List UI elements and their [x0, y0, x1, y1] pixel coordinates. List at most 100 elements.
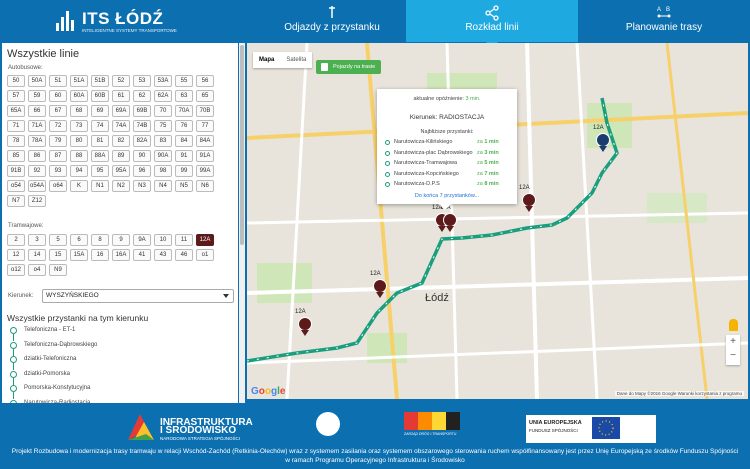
line-chip-98[interactable]: 98: [154, 165, 172, 177]
line-chip-95[interactable]: 95: [91, 165, 109, 177]
line-chip-93[interactable]: 93: [49, 165, 67, 177]
line-chip-52[interactable]: 52: [112, 75, 130, 87]
line-chip-76[interactable]: 76: [175, 120, 193, 132]
line-chip-60a[interactable]: 60A: [70, 90, 88, 102]
map-attribution[interactable]: Dane do Mapy ©2016 Google Warunki korzys…: [614, 391, 744, 396]
stop-item[interactable]: Narutowicza-Radiostacja: [10, 399, 210, 403]
line-chip-51b[interactable]: 51B: [91, 75, 109, 87]
line-chip-74b[interactable]: 74B: [133, 120, 151, 132]
line-chip-5[interactable]: 5: [49, 234, 67, 246]
line-chip-91a[interactable]: 91A: [196, 150, 214, 162]
line-chip-2[interactable]: 2: [7, 234, 25, 246]
line-chip-n2[interactable]: N2: [112, 180, 130, 192]
line-chip-74[interactable]: 74: [91, 120, 109, 132]
line-chip-15[interactable]: 15: [49, 249, 67, 261]
line-chip-90[interactable]: 90: [133, 150, 151, 162]
line-chip-69a[interactable]: 69A: [112, 105, 130, 117]
line-chip-80[interactable]: 80: [70, 135, 88, 147]
line-chip-o4[interactable]: o4: [28, 264, 46, 276]
tab-route-planning[interactable]: A B Planowanie trasy: [578, 0, 750, 42]
line-chip-70a[interactable]: 70A: [175, 105, 193, 117]
line-chip-60[interactable]: 60: [49, 90, 67, 102]
line-chip-94[interactable]: 94: [70, 165, 88, 177]
panel-scrollbar[interactable]: [239, 43, 245, 403]
line-chip-62[interactable]: 62: [133, 90, 151, 102]
line-chip-n3[interactable]: N3: [133, 180, 151, 192]
line-chip-77[interactable]: 77: [196, 120, 214, 132]
line-chip-91b[interactable]: 91B: [7, 165, 25, 177]
line-chip-z12[interactable]: Z12: [28, 195, 46, 207]
line-chip-71a[interactable]: 71A: [28, 120, 46, 132]
line-chip-92[interactable]: 92: [28, 165, 46, 177]
map-type-satellite[interactable]: Satelita: [280, 52, 312, 68]
vehicles-on-route-button[interactable]: Pojazdy na trasie: [316, 60, 382, 74]
line-chip-67[interactable]: 67: [49, 105, 67, 117]
line-chip-51[interactable]: 51: [49, 75, 67, 87]
stop-item[interactable]: Telefoniczna-Dąbrowskiego: [10, 341, 210, 356]
line-chip-8[interactable]: 8: [91, 234, 109, 246]
line-chip-53a[interactable]: 53A: [154, 75, 172, 87]
map[interactable]: Łódź Mapa Satelita Pojazdy na trasie 12A…: [247, 43, 748, 399]
line-chip-56[interactable]: 56: [196, 75, 214, 87]
line-chip-99a[interactable]: 99A: [196, 165, 214, 177]
line-chip-88a[interactable]: 88A: [91, 150, 109, 162]
tab-stop-departures[interactable]: Odjazdy z przystanku: [246, 0, 418, 42]
line-chip-62a[interactable]: 62A: [154, 90, 172, 102]
line-chip-n1[interactable]: N1: [91, 180, 109, 192]
line-chip-65a[interactable]: 65A: [7, 105, 25, 117]
line-chip-9[interactable]: 9: [112, 234, 130, 246]
line-chip-14[interactable]: 14: [28, 249, 46, 261]
more-stops-link[interactable]: Do końca 7 przystanków...: [377, 193, 517, 199]
stop-item[interactable]: Pomorska-Konstytucyjna: [10, 384, 210, 399]
line-chip-86[interactable]: 86: [28, 150, 46, 162]
vehicle-marker[interactable]: 12A: [440, 205, 458, 237]
line-chip-68[interactable]: 68: [70, 105, 88, 117]
line-chip-16[interactable]: 16: [91, 249, 109, 261]
line-chip-59[interactable]: 59: [28, 90, 46, 102]
line-chip-87[interactable]: 87: [49, 150, 67, 162]
line-chip-89[interactable]: 89: [112, 150, 130, 162]
line-chip-61[interactable]: 61: [112, 90, 130, 102]
line-chip-69b[interactable]: 69B: [133, 105, 151, 117]
line-chip-57[interactable]: 57: [7, 90, 25, 102]
line-chip-15a[interactable]: 15A: [70, 249, 88, 261]
line-chip-n4[interactable]: N4: [154, 180, 172, 192]
street-view-pegman-icon[interactable]: [729, 319, 738, 331]
line-chip-3[interactable]: 3: [28, 234, 46, 246]
line-chip-90a[interactable]: 90A: [154, 150, 172, 162]
vehicle-marker[interactable]: 12A: [519, 185, 537, 217]
scrollbar-thumb[interactable]: [240, 45, 244, 245]
line-chip-73[interactable]: 73: [70, 120, 88, 132]
line-chip-12a[interactable]: 12A: [196, 234, 214, 246]
vehicle-marker[interactable]: 12A: [593, 125, 611, 157]
line-chip-82[interactable]: 82: [112, 135, 130, 147]
line-chip-66[interactable]: 66: [28, 105, 46, 117]
line-chip-99[interactable]: 99: [175, 165, 193, 177]
tab-line-schedule[interactable]: Rozkład linii: [406, 0, 578, 48]
line-chip-65[interactable]: 65: [196, 90, 214, 102]
zoom-out-button[interactable]: −: [726, 349, 740, 363]
line-chip-75[interactable]: 75: [154, 120, 172, 132]
line-chip-43[interactable]: 43: [154, 249, 172, 261]
line-chip-o1[interactable]: o1: [196, 249, 214, 261]
line-chip-78a[interactable]: 78A: [28, 135, 46, 147]
line-chip-k[interactable]: K: [70, 180, 88, 192]
stop-item[interactable]: Telefoniczna - ET-1: [10, 326, 210, 341]
vehicle-marker[interactable]: 12A: [370, 271, 388, 303]
stop-item[interactable]: dziatki-Pomorska: [10, 370, 210, 385]
line-chip-o12[interactable]: o12: [7, 264, 25, 276]
line-chip-9a[interactable]: 9A: [133, 234, 151, 246]
line-chip-41[interactable]: 41: [133, 249, 151, 261]
line-chip-63[interactable]: 63: [175, 90, 193, 102]
line-chip-70[interactable]: 70: [154, 105, 172, 117]
line-chip-96[interactable]: 96: [133, 165, 151, 177]
line-chip-53[interactable]: 53: [133, 75, 151, 87]
line-chip-n6[interactable]: N6: [196, 180, 214, 192]
line-chip-o54a[interactable]: o54A: [28, 180, 46, 192]
line-chip-16a[interactable]: 16A: [112, 249, 130, 261]
line-chip-69[interactable]: 69: [91, 105, 109, 117]
line-chip-78[interactable]: 78: [7, 135, 25, 147]
line-chip-71[interactable]: 71: [7, 120, 25, 132]
line-chip-50[interactable]: 50: [7, 75, 25, 87]
line-chip-n7[interactable]: N7: [7, 195, 25, 207]
